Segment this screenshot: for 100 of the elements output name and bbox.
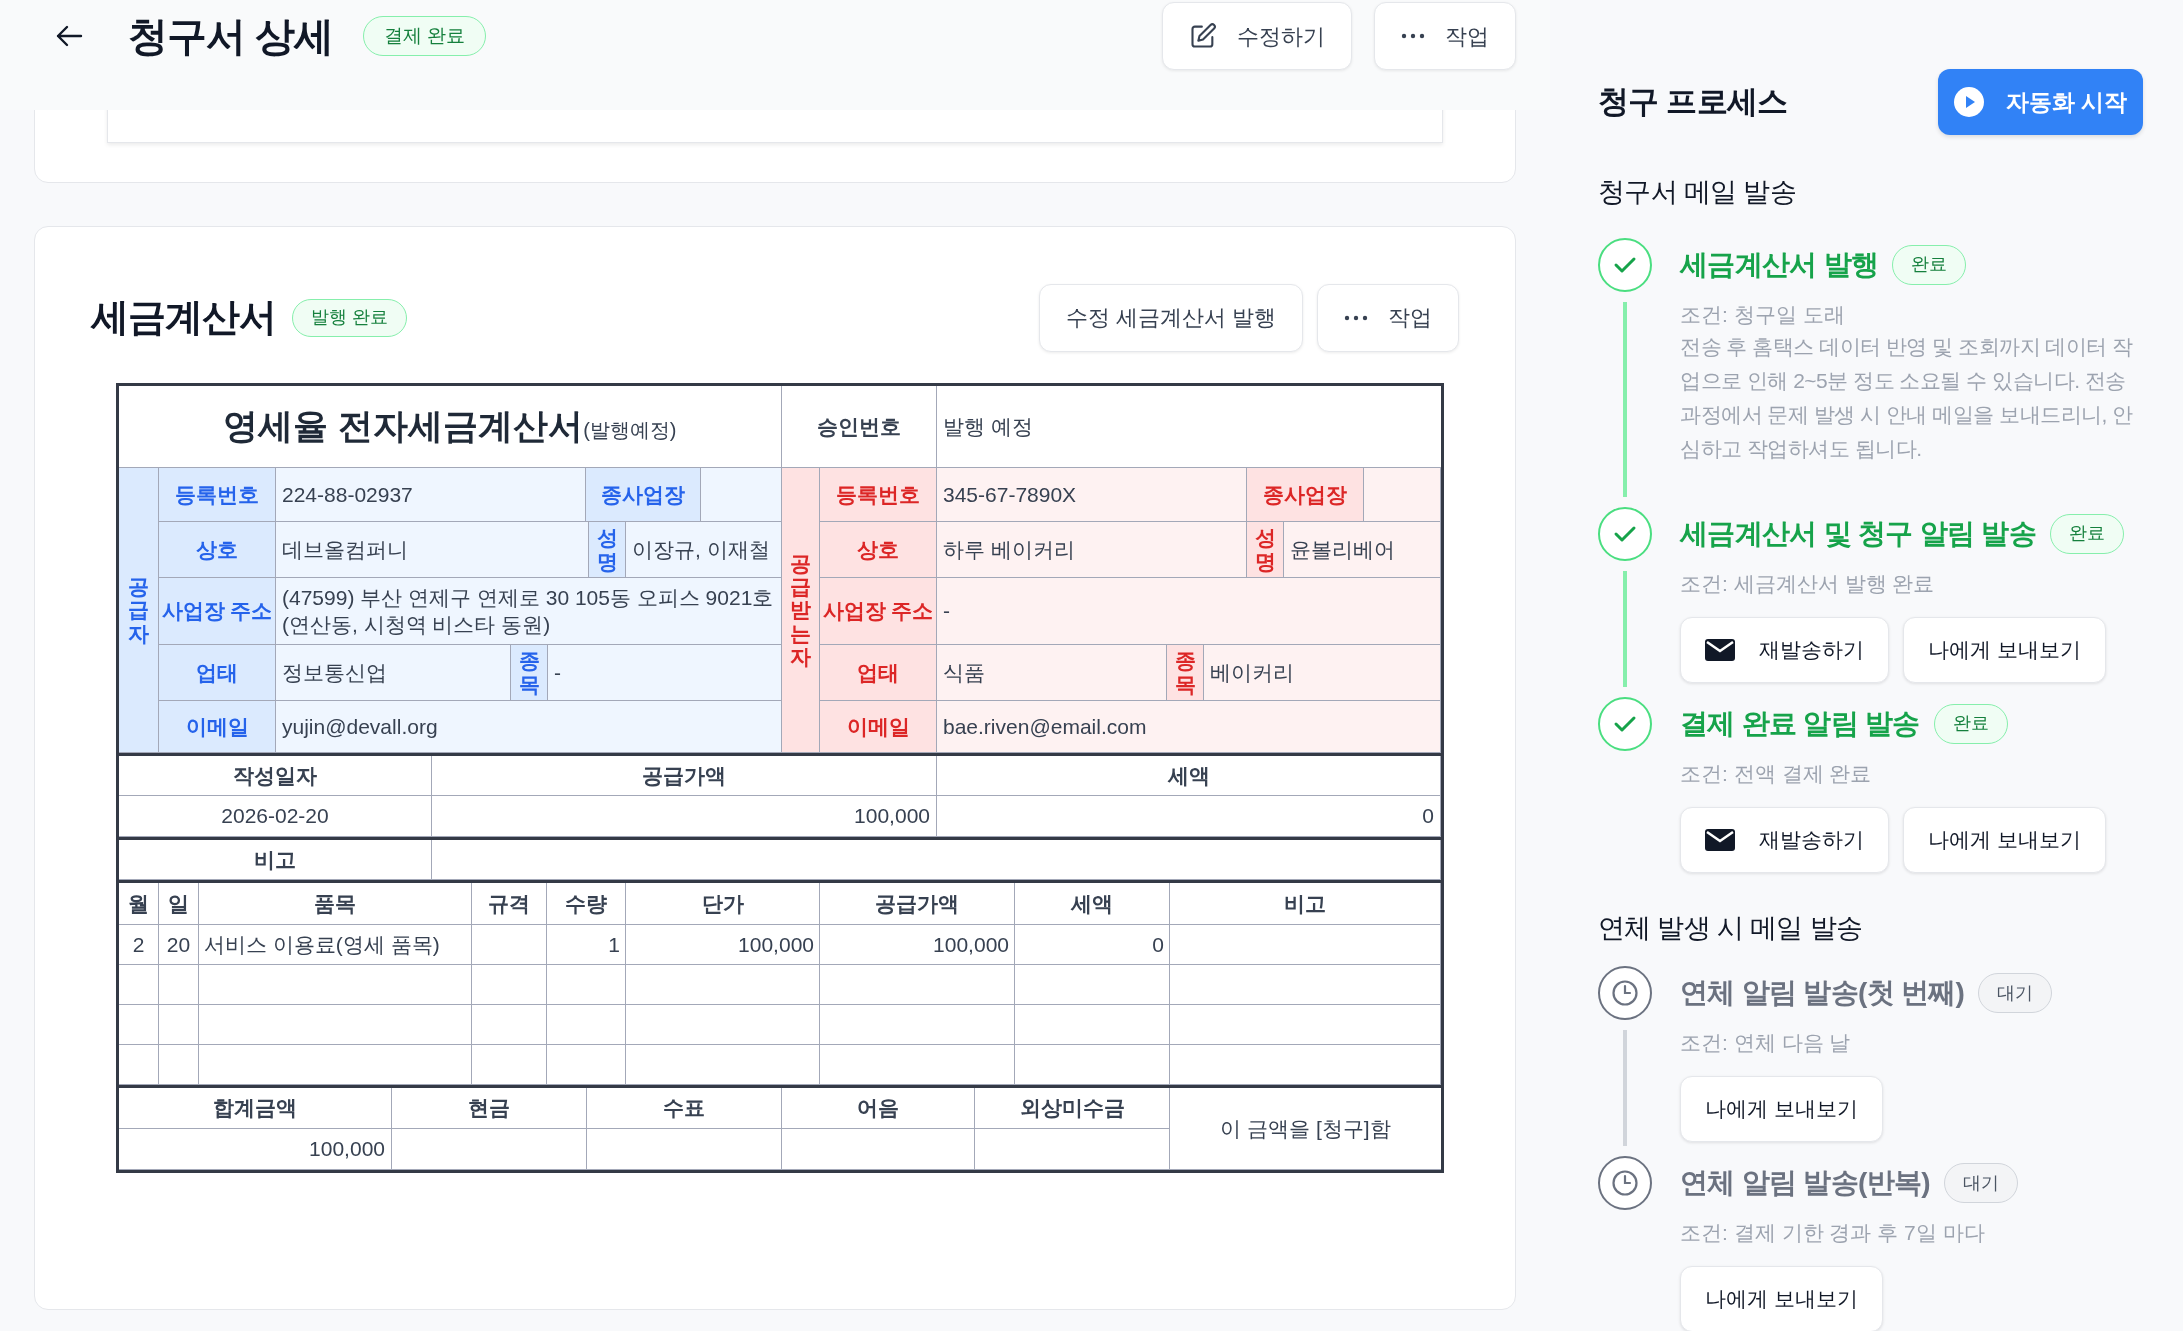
column-header: 공급가액: [432, 756, 937, 796]
send-test-button[interactable]: 나에게 보내보기: [1903, 616, 2106, 683]
table-cell: 0: [1015, 925, 1170, 965]
table-cell: 100,000: [820, 925, 1015, 965]
field-label: 이메일: [159, 701, 276, 753]
step-title: 결제 완료 알림 발송: [1680, 706, 1920, 741]
section-heading: 청구서 메일 발송: [1598, 176, 1797, 209]
table-cell: 정보통신업: [276, 645, 511, 701]
step-title: 연체 알림 발송(반복): [1680, 1166, 1930, 1200]
table-cell: 345-67-7890X: [937, 468, 1247, 522]
table-cell: -: [548, 645, 782, 701]
column-header: 외상미수금: [975, 1088, 1170, 1129]
table-cell: [119, 1045, 159, 1085]
column-header: 비고: [1170, 883, 1441, 925]
table-cell: 100,000: [119, 1129, 392, 1170]
status-badge: 발행 완료: [292, 298, 408, 337]
vertical-label: 공급받는자: [790, 552, 811, 668]
table-cell: 식품: [937, 645, 1167, 701]
table-cell: [159, 965, 199, 1005]
table-cell: 100,000: [432, 796, 937, 837]
step-condition: 조건: 청구일 도래: [1680, 301, 1846, 328]
table-cell: 2026-02-20: [119, 796, 432, 837]
step-condition: 조건: 연체 다음 날: [1680, 1030, 1852, 1056]
resend-button[interactable]: 재발송하기: [1680, 616, 1889, 683]
status-badge: 결제 완료: [363, 16, 487, 56]
field-label: 이메일: [820, 701, 937, 753]
send-test-button[interactable]: 나에게 보내보기: [1680, 1266, 1883, 1331]
more-icon: [1344, 314, 1368, 321]
resend-button[interactable]: 재발송하기: [1680, 806, 1889, 873]
column-header: 세액: [1015, 883, 1170, 925]
table-cell: bae.riven@email.com: [937, 701, 1441, 753]
action-button[interactable]: 수정 세금계산서 발행: [1038, 283, 1303, 352]
section-title: 세금계산서: [91, 295, 277, 340]
column-header: 월: [119, 883, 159, 925]
pencil-icon: [1189, 22, 1217, 50]
table-cell: 이장규, 이재철: [626, 522, 782, 578]
field-label: 업태: [159, 645, 276, 701]
table-cell: 2: [119, 925, 159, 965]
column-header: 작성일자: [119, 756, 432, 796]
envelope-icon: [1705, 638, 1735, 661]
table-cell: 100,000: [626, 925, 820, 965]
document-title: 영세율 전자세금계산서: [223, 405, 584, 448]
column-header: 단가: [626, 883, 820, 925]
table-cell: [119, 1005, 159, 1045]
back-arrow-icon[interactable]: [55, 24, 83, 48]
field-label: 종사업장: [1247, 468, 1364, 522]
field-label: 비고: [119, 840, 432, 880]
actions-button[interactable]: 작업: [1317, 283, 1459, 352]
status-badge: 대기: [1943, 1163, 2018, 1203]
send-test-button[interactable]: 나에게 보내보기: [1903, 806, 2106, 873]
vertical-label: 공급자: [128, 575, 149, 645]
column-header: 규격: [472, 883, 547, 925]
step-description: 전송 후 홈택스 데이터 반영 및 조회까지 데이터 작업으로 인해 2~5분 정도 소요될 수 있습니다. 전송 과정에서 문제 발생 시 안내 메일을 보내드리니, 안심하고 작업하셔도 됩니다.: [1680, 333, 2134, 462]
vertical-label: 종목: [1174, 649, 1196, 696]
table-cell: [159, 1005, 199, 1045]
table-cell: (47599) 부산 연제구 연제로 30 105동 오피스 9021호(연산동, 시청역 비스타 동원): [276, 578, 782, 645]
step-title: 세금계산서 및 청구 알림 발송: [1680, 516, 2036, 551]
step-condition: 조건: 세금계산서 발행 완료: [1680, 570, 1936, 597]
start-automation-button[interactable]: 자동화 시작: [1938, 69, 2143, 135]
actions-button[interactable]: 작업: [1374, 2, 1516, 70]
column-header: 수표: [587, 1088, 782, 1129]
step-title: 연체 알림 발송(첫 번째): [1680, 976, 1965, 1010]
table-cell: 서비스 이용료(영세 품목): [199, 925, 472, 965]
more-icon: [1401, 33, 1425, 39]
field-label: 종사업장: [586, 468, 701, 522]
column-header: 세액: [937, 756, 1441, 796]
status-badge: 완료: [1892, 244, 1967, 285]
clock-icon: [1611, 1169, 1639, 1197]
document-note: (발행예정): [583, 417, 677, 443]
step-condition: 조건: 전액 결제 완료: [1680, 760, 1873, 787]
status-badge: 대기: [1978, 973, 2053, 1013]
table-cell: [159, 1045, 199, 1085]
field-label: 등록번호: [159, 468, 276, 522]
table-cell: 베이커리: [1204, 645, 1441, 701]
table-cell: yujin@devall.org: [276, 701, 782, 753]
send-test-button[interactable]: 나에게 보내보기: [1680, 1076, 1883, 1142]
play-icon: [1953, 87, 1984, 117]
field-label: 업태: [820, 645, 937, 701]
column-header: 일: [159, 883, 199, 925]
vertical-label: 종목: [518, 649, 540, 696]
column-header: 수량: [547, 883, 626, 925]
table-cell: 하루 베이커리: [937, 522, 1247, 578]
status-badge: 완료: [2049, 513, 2124, 554]
column-header: 현금: [392, 1088, 587, 1129]
step-title: 세금계산서 발행: [1680, 247, 1879, 282]
clock-icon: [1611, 979, 1639, 1007]
envelope-icon: [1705, 828, 1735, 851]
table-cell: 데브올컴퍼니: [276, 522, 589, 578]
column-header: 어음: [782, 1088, 975, 1129]
column-header: 공급가액: [820, 883, 1015, 925]
edit-button[interactable]: 수정하기: [1162, 2, 1352, 70]
step-condition: 조건: 결제 기한 경과 후 7일 마다: [1680, 1220, 1986, 1246]
field-label: 사업장 주소: [820, 578, 937, 645]
table-cell: 윤볼리베어: [1284, 522, 1441, 578]
field-label: 상호: [159, 522, 276, 578]
field-label: 상호: [820, 522, 937, 578]
vertical-label: 성명: [596, 526, 618, 573]
status-badge: 완료: [1933, 703, 2008, 744]
field-label: 등록번호: [820, 468, 937, 522]
table-cell: 0: [937, 796, 1441, 837]
